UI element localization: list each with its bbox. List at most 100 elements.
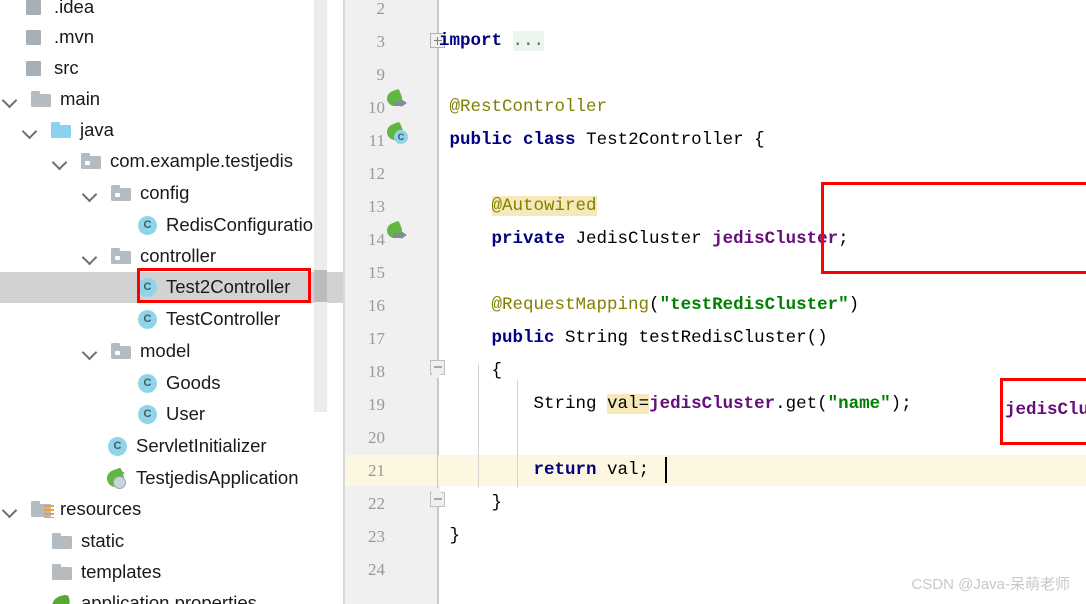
method-get: get [785,394,818,414]
line-number: 10 [368,98,385,117]
code-line-20[interactable] [439,421,1086,454]
code-line-12[interactable] [439,157,1086,190]
ide-window: .idea .mvn src main java com.example.tes… [0,0,1086,604]
string-name: "name" [827,394,891,414]
tree-item-test2controller[interactable]: C Test2Controller [0,272,345,303]
code-line-16[interactable]: @RequestMapping("testRedisCluster") [439,289,1086,322]
code-content[interactable]: import ... @RestController public class … [439,0,1086,604]
brace-close: } [449,526,461,546]
tree-item-label: TestController [166,308,281,330]
java-class-icon: C [137,374,159,393]
tree-item-idea[interactable]: .idea [0,0,345,23]
chevron-down-icon[interactable] [82,343,99,360]
project-tree-panel[interactable]: .idea .mvn src main java com.example.tes… [0,0,345,604]
code-line-15[interactable] [439,256,1086,289]
package-icon [81,152,103,171]
tree-item-label: .idea [54,0,95,18]
tree-item-static[interactable]: static [0,526,345,557]
package-icon [111,342,133,361]
java-class-icon: C [137,278,159,297]
tree-item-servletinitializer[interactable]: C ServletInitializer [0,431,345,462]
brace-close: } [491,493,503,513]
semicolon: ; [838,229,849,249]
code-line-14[interactable]: private JedisCluster jedisCluster; [439,223,1086,256]
tree-item-application-properties[interactable]: application.properties [0,588,345,604]
annotation-requestmapping: @RequestMapping [491,295,650,315]
code-line-3[interactable]: import ... [439,25,1086,58]
dot: . [775,394,786,414]
line-number: 24 [368,560,385,579]
spring-boot-app-icon [104,467,129,490]
code-line-11[interactable]: public class Test2Controller { [439,124,1086,157]
chevron-down-icon[interactable] [82,185,99,202]
folded-imports-placeholder[interactable]: ... [512,31,545,51]
tree-scrollbar-thumb[interactable] [314,270,327,302]
tree-item-templates[interactable]: templates [0,557,345,588]
tree-item-controller[interactable]: controller [0,241,345,272]
spring-bean-icon[interactable] [384,220,409,245]
tree-item-goods[interactable]: C Goods [0,368,345,399]
java-class-icon: C [137,216,159,235]
code-line-21[interactable]: return val; [439,454,1086,487]
tree-item-java[interactable]: java [0,115,345,146]
code-line-22[interactable]: } [439,487,1086,520]
tree-item-src[interactable]: src [0,53,345,84]
tree-item-label: com.example.testjedis [110,150,294,172]
type-string: String [533,394,597,414]
code-line-18[interactable]: { [439,355,1086,388]
tree-item-redisconfiguration[interactable]: C RedisConfiguration [0,210,345,241]
tree-item-label: config [140,182,190,204]
keyword-class: class [523,130,576,150]
chevron-down-icon[interactable] [22,122,39,139]
line-number: 3 [376,32,386,51]
line-number: 13 [368,197,385,216]
semicolon: ; [901,394,912,414]
tree-item-label: Goods [166,372,221,394]
code-line-10[interactable]: @RestController [439,91,1086,124]
expr-jediscluster: jedisCluster [1005,400,1086,420]
chevron-down-icon[interactable] [52,153,69,170]
tree-item-model[interactable]: model [0,336,345,367]
code-line-13[interactable]: @Autowired [439,190,1086,223]
tree-item-testjedisapplication[interactable]: TestjedisApplication [0,463,345,494]
annotation-restcontroller: @RestController [449,97,608,117]
code-line-2[interactable] [439,0,1086,25]
tree-item-main[interactable]: main [0,84,345,115]
spring-bean-class-icon[interactable]: C [384,121,409,146]
paren-open: ( [817,394,828,414]
keyword-import: import [439,31,503,51]
java-class-icon: C [107,437,129,456]
chevron-down-icon[interactable] [82,248,99,265]
tree-item-mvn[interactable]: .mvn [0,22,345,53]
tree-item-com-example-testjedis[interactable]: com.example.testjedis [0,146,345,177]
code-line-23[interactable]: } [439,520,1086,553]
chevron-down-icon[interactable] [2,501,19,518]
method-name: testRedisCluster [638,328,807,348]
keyword-private: private [491,229,566,249]
chevron-down-icon[interactable] [2,91,19,108]
line-number: 17 [368,329,385,348]
fold-region-connector [436,374,438,492]
spring-bean-icon[interactable] [384,88,409,113]
code-line-9[interactable] [439,58,1086,91]
line-number: 12 [368,164,385,183]
tree-arrow-placeholder [4,29,21,46]
code-line-17[interactable]: public String testRedisCluster() [439,322,1086,355]
tree-item-config[interactable]: config [0,178,345,209]
tree-item-user[interactable]: C User [0,399,345,430]
code-editor[interactable]: 2 3 9 10 11 12 13 14 15 16 17 18 19 20 2… [345,0,1086,604]
java-class-icon: C [137,405,159,424]
tree-item-label: Test2Controller [166,276,291,298]
tree-scrollbar-track[interactable] [314,0,327,412]
code-line-19[interactable]: String val=jedisCluster.get("name"); [439,388,1086,421]
tree-item-testcontroller[interactable]: C TestController [0,304,345,335]
tree-item-resources[interactable]: resources [0,494,345,525]
